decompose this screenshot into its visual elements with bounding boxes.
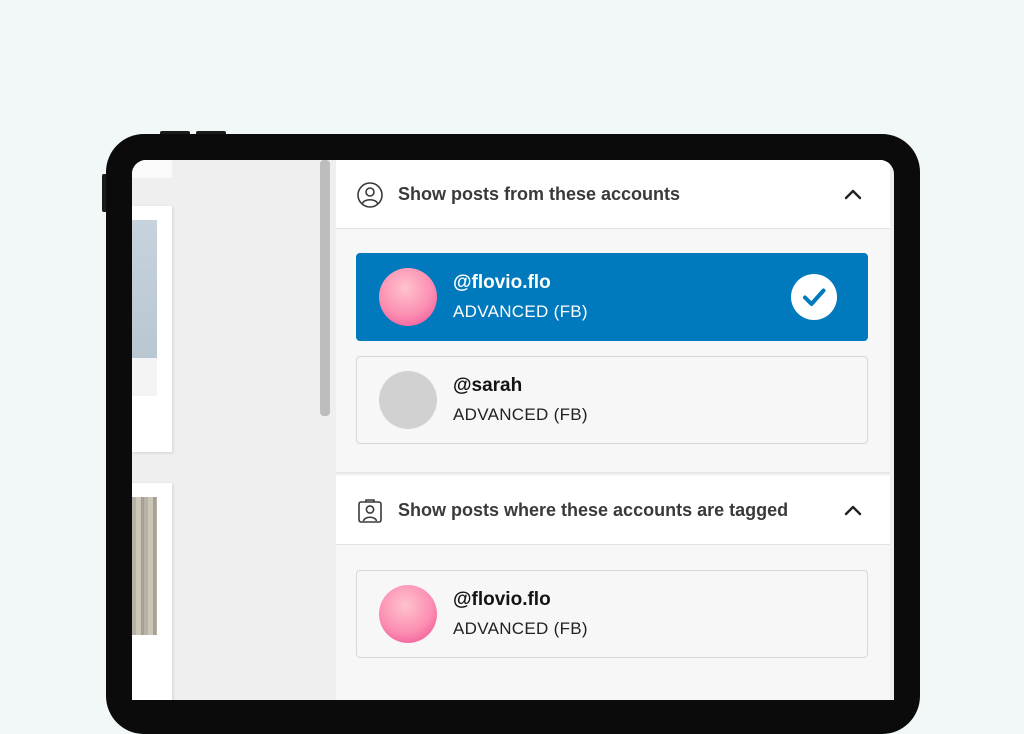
- account-plan: ADVANCED (FB): [453, 405, 588, 424]
- user-circle-icon: [357, 182, 383, 208]
- content-pane: [132, 160, 318, 700]
- account-option-selected[interactable]: @flovio.flo ADVANCED (FB): [356, 253, 868, 341]
- account-option[interactable]: @flovio.flo ADVANCED (FB): [356, 570, 868, 658]
- scrollbar[interactable]: [320, 160, 330, 416]
- post-thumbnail: [132, 497, 157, 635]
- account-handle: @sarah: [453, 375, 523, 396]
- section-header-posts-tagged[interactable]: Show posts where these accounts are tagg…: [336, 476, 890, 545]
- account-handle: @flovio.flo: [453, 272, 551, 293]
- section-title: Show posts where these accounts are tagg…: [398, 500, 789, 520]
- avatar: [379, 585, 437, 643]
- tagged-user-icon: [358, 499, 382, 523]
- chevron-up-icon[interactable]: [842, 184, 864, 206]
- chevron-up-icon[interactable]: [842, 500, 864, 522]
- avatar: [379, 371, 437, 429]
- post-caption-area: [132, 358, 157, 396]
- filter-panel: Show posts from these accounts @flovio.f…: [336, 160, 890, 700]
- section-header-posts-from[interactable]: Show posts from these accounts: [336, 160, 890, 229]
- post-thumbnail: [132, 220, 157, 358]
- post-card[interactable]: [132, 206, 172, 452]
- account-plan: ADVANCED (FB): [453, 302, 588, 321]
- account-option[interactable]: @sarah ADVANCED (FB): [356, 356, 868, 444]
- account-plan: ADVANCED (FB): [453, 619, 588, 638]
- account-handle: @flovio.flo: [453, 589, 551, 610]
- post-card[interactable]: [132, 483, 172, 700]
- section-title: Show posts from these accounts: [398, 184, 681, 204]
- avatar: [379, 268, 437, 326]
- section-divider: [336, 472, 890, 474]
- checkmark-icon[interactable]: [791, 274, 837, 320]
- post-card: [132, 160, 172, 178]
- tablet-screen: Show posts from these accounts @flovio.f…: [132, 160, 894, 700]
